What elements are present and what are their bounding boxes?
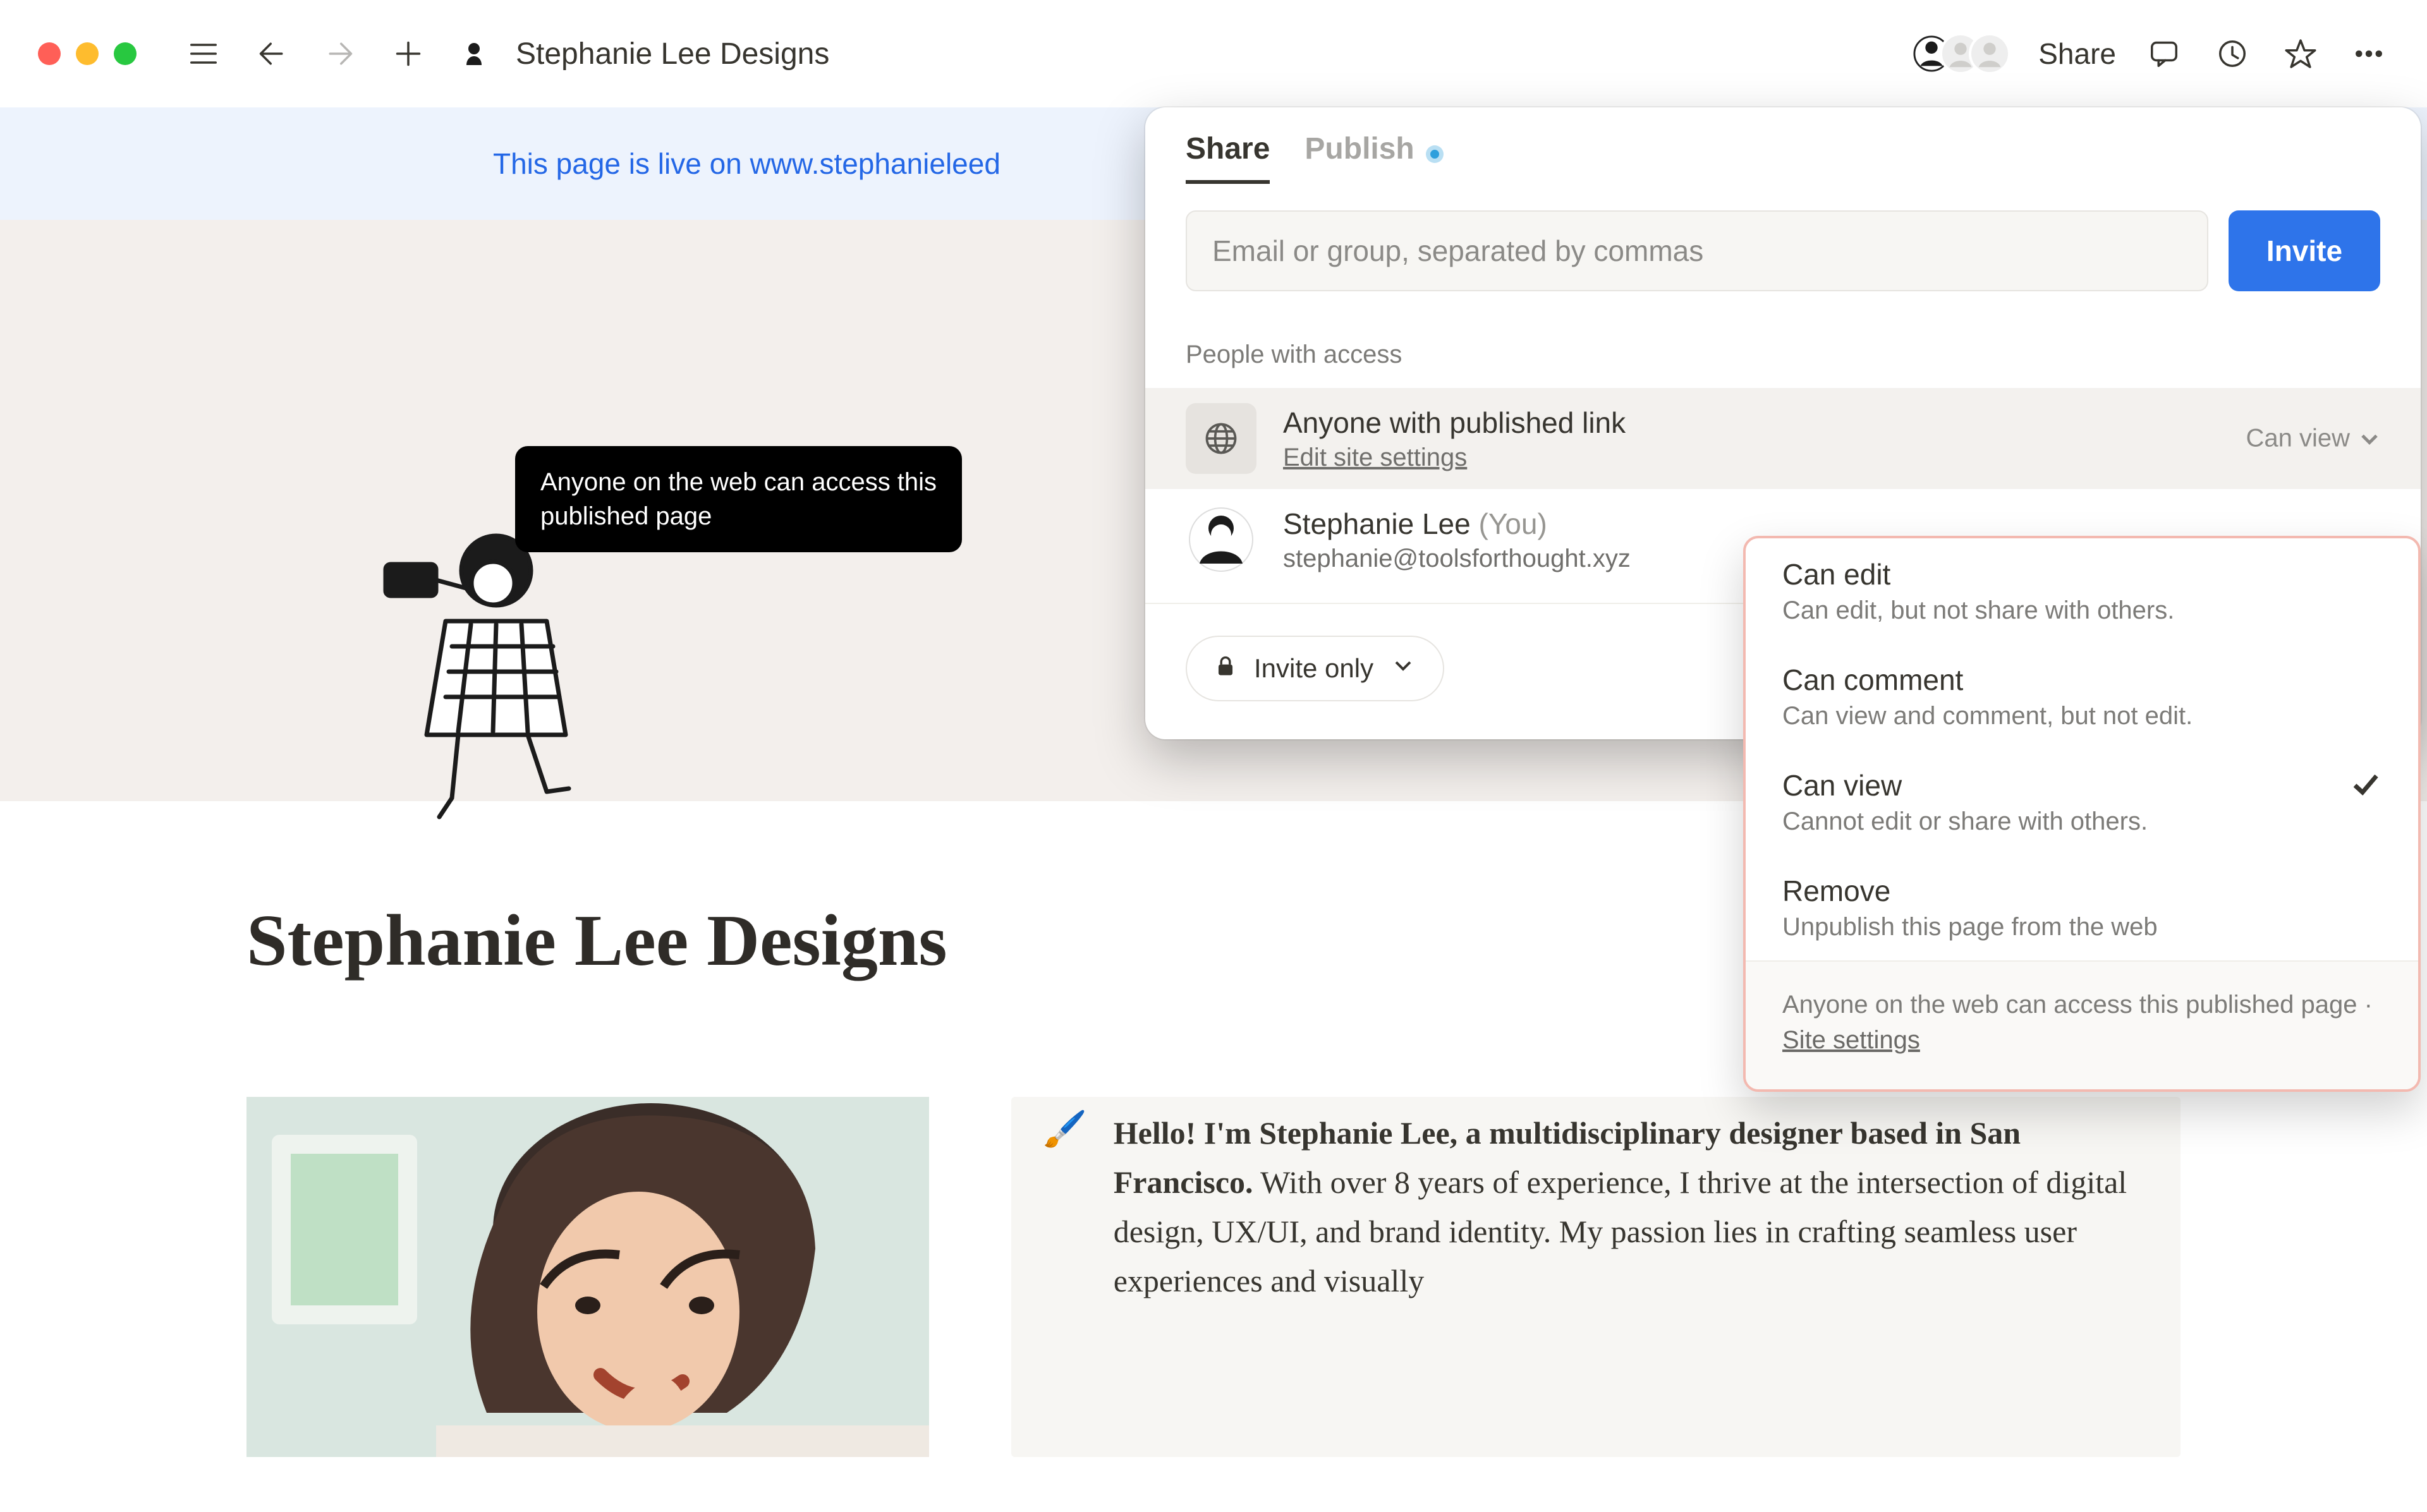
- tab-share[interactable]: Share: [1186, 131, 1270, 183]
- sidebar-toggle-icon[interactable]: [183, 33, 224, 74]
- people-with-access-label: People with access: [1145, 304, 2421, 388]
- hero-photo[interactable]: [246, 1097, 929, 1457]
- intro-callout[interactable]: 🖌️ Hello! I'm Stephanie Lee, a multidisc…: [1011, 1097, 2181, 1457]
- globe-icon: [1186, 403, 1256, 474]
- page-emoji[interactable]: [456, 36, 492, 71]
- back-icon[interactable]: [252, 33, 292, 74]
- presence-avatars[interactable]: [1911, 33, 2010, 75]
- access-row-email: stephanie@toolsforthought.xyz: [1283, 545, 1631, 573]
- general-access-pill[interactable]: Invite only: [1186, 636, 1444, 701]
- page-title[interactable]: Stephanie Lee Designs: [516, 37, 829, 71]
- perm-option-edit[interactable]: Can edit Can edit, but not share with ot…: [1746, 538, 2418, 644]
- minimize-window-dot[interactable]: [76, 42, 99, 65]
- publish-tooltip: Anyone on the web can access this publis…: [515, 446, 962, 552]
- window-traffic-lights: [38, 42, 137, 65]
- perm-option-remove[interactable]: Remove Unpublish this page from the web: [1746, 855, 2418, 960]
- access-row-title: Anyone with published link: [1283, 406, 1626, 440]
- perm-menu-footnote: Anyone on the web can access this publis…: [1746, 960, 2418, 1089]
- permission-dropdown[interactable]: Can view: [2246, 425, 2380, 453]
- chevron-down-icon: [1391, 653, 1415, 684]
- edit-site-settings-link[interactable]: Edit site settings: [1283, 444, 1626, 472]
- intro-text: Hello! I'm Stephanie Lee, a multidiscipl…: [1114, 1108, 2149, 1425]
- topbar: Stephanie Lee Designs Share: [0, 0, 2427, 107]
- access-row-title: Stephanie Lee (You): [1283, 507, 1631, 541]
- share-button[interactable]: Share: [2038, 37, 2116, 71]
- invite-input[interactable]: [1186, 210, 2208, 291]
- more-icon[interactable]: [2349, 33, 2389, 74]
- check-icon: [2350, 768, 2381, 803]
- publish-banner-text: This page is live on www.stephanieleed: [493, 147, 1001, 181]
- forward-icon: [320, 33, 360, 74]
- close-window-dot[interactable]: [38, 42, 61, 65]
- tooltip-line: Anyone on the web can access this: [540, 465, 937, 499]
- chevron-down-icon: [2359, 428, 2380, 449]
- lock-icon: [1215, 653, 1236, 684]
- perm-option-view[interactable]: Can view Cannot edit or share with other…: [1746, 749, 2418, 855]
- brush-icon: 🖌️: [1043, 1108, 1087, 1425]
- comments-icon[interactable]: [2144, 33, 2184, 74]
- permission-menu: Can edit Can edit, but not share with ot…: [1743, 536, 2421, 1092]
- favorite-icon[interactable]: [2280, 33, 2321, 74]
- new-page-icon[interactable]: [388, 33, 429, 74]
- cover-illustration: [357, 526, 623, 830]
- tab-publish[interactable]: Publish: [1305, 131, 1443, 183]
- zoom-window-dot[interactable]: [114, 42, 137, 65]
- tooltip-line: published page: [540, 499, 937, 533]
- perm-option-comment[interactable]: Can comment Can view and comment, but no…: [1746, 644, 2418, 749]
- access-row-public[interactable]: Anyone with published link Edit site set…: [1145, 388, 2421, 489]
- site-settings-link[interactable]: Site settings: [1782, 1026, 1920, 1054]
- updates-icon[interactable]: [2212, 33, 2253, 74]
- invite-button[interactable]: Invite: [2229, 210, 2380, 291]
- user-avatar: [1186, 504, 1256, 575]
- publish-indicator-icon: [1426, 145, 1444, 163]
